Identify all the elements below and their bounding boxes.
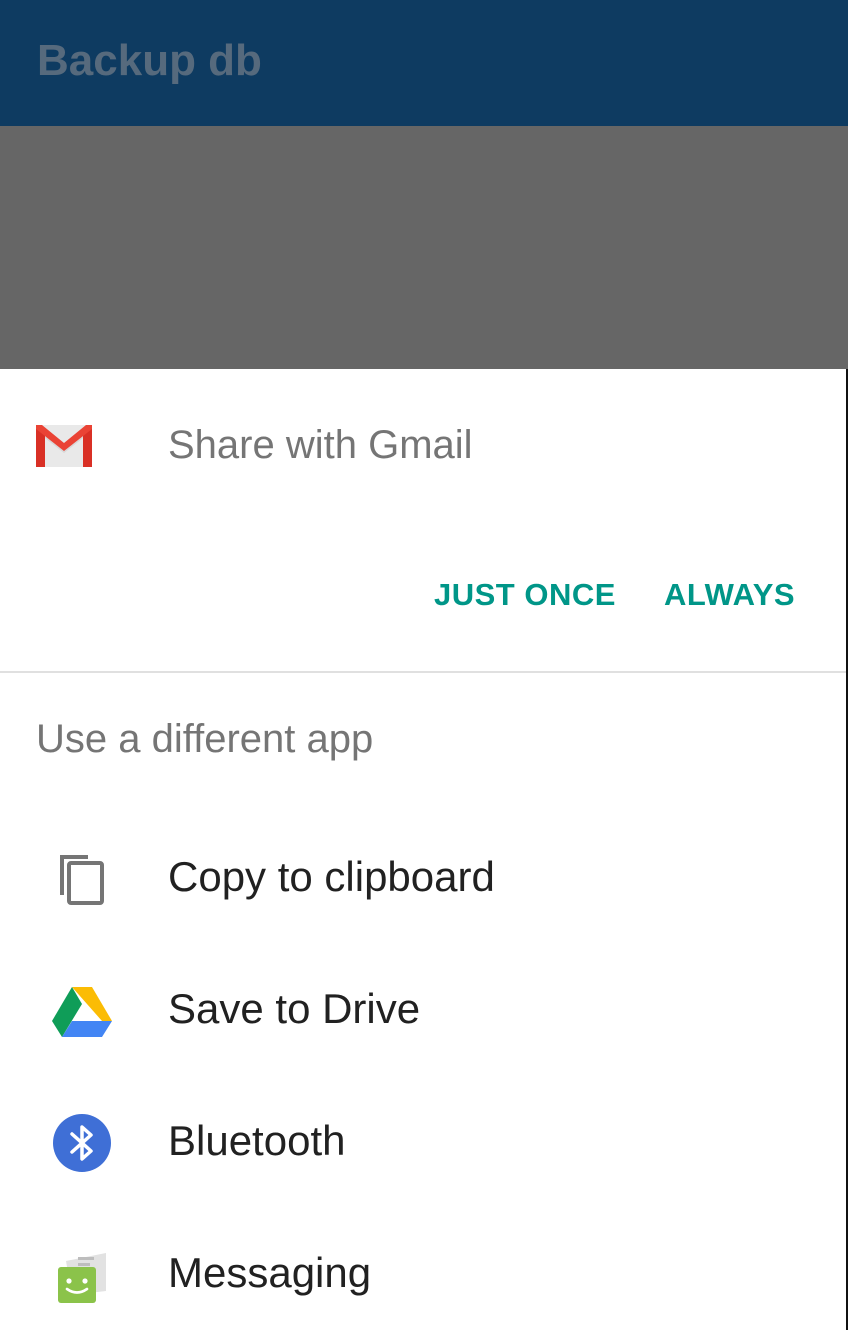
app-item-label: Save to Drive [168,985,421,1032]
app-item-label: Bluetooth [168,1117,346,1164]
messaging-icon [58,1253,106,1303]
app-title: Backup db [37,36,262,85]
drive-icon [52,987,112,1037]
clipboard-icon [60,855,104,905]
gmail-icon [36,425,92,467]
bluetooth-icon [53,1114,111,1172]
default-app-label: Share with Gmail [168,423,473,467]
app-item-bluetooth[interactable]: Bluetooth [0,1071,846,1203]
dim-scrim[interactable] [0,126,848,369]
app-item-messaging[interactable]: Messaging [0,1203,846,1335]
default-app-row[interactable]: Share with Gmail [0,369,846,529]
just-once-button[interactable]: JUST ONCE [434,577,616,613]
divider [0,671,846,673]
app-item-label: Messaging [168,1249,372,1296]
app-item-copy-to-clipboard[interactable]: Copy to clipboard [0,807,846,939]
always-button[interactable]: ALWAYS [664,577,795,613]
share-bottom-sheet: Share with Gmail JUST ONCE ALWAYS Use a … [0,369,848,1330]
app-bar: Backup db [0,0,848,126]
section-title: Use a different app [36,717,374,761]
app-item-label: Copy to clipboard [168,853,495,900]
app-item-save-to-drive[interactable]: Save to Drive [0,939,846,1071]
